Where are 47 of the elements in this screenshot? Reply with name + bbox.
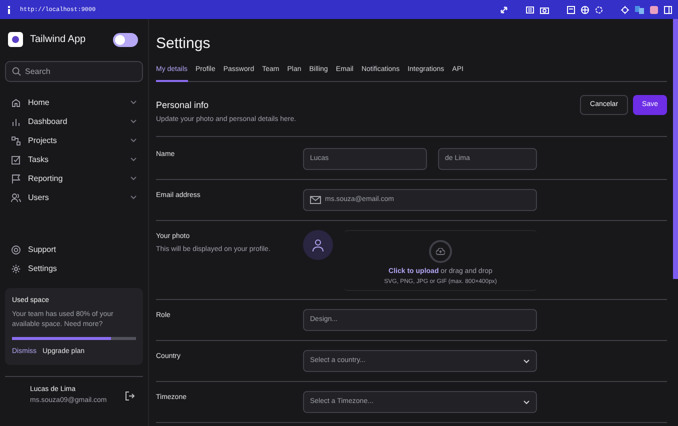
mail-icon (310, 196, 321, 204)
target-icon[interactable] (595, 6, 603, 14)
nav-item[interactable]: Settings (5, 259, 143, 278)
nav-item[interactable]: Dashboard (5, 112, 143, 131)
chevron-down-icon (130, 176, 137, 181)
page-title: Settings (156, 34, 212, 54)
flag-icon (11, 174, 21, 184)
app-logo (8, 32, 23, 47)
lifebuoy-icon (11, 244, 21, 254)
nodes-icon (11, 136, 21, 146)
nav-item[interactable]: Reporting (5, 169, 143, 188)
users-icon (11, 192, 21, 202)
nav-item[interactable]: Projects (5, 131, 143, 150)
chevron-down-icon (130, 119, 137, 124)
theme-toggle[interactable] (113, 32, 138, 46)
scrollbar-thumb[interactable] (673, 19, 678, 279)
search-field[interactable]: Search (5, 61, 143, 82)
search-icon (12, 67, 21, 76)
nav-item[interactable]: Users (5, 188, 143, 207)
chevron-down-icon (523, 358, 530, 364)
chevron-down-icon (130, 100, 137, 105)
chevron-down-icon (130, 195, 137, 200)
checkbox-icon (11, 154, 21, 164)
app-name: Tailwind App (30, 33, 86, 47)
logout-icon[interactable] (125, 390, 135, 400)
info-icon[interactable] (6, 6, 12, 14)
section-title: Personal info (156, 99, 210, 112)
crosshair-icon[interactable] (621, 6, 629, 14)
chevron-down-icon (130, 157, 137, 162)
chevron-down-icon (130, 138, 137, 143)
camera-icon[interactable] (540, 6, 549, 14)
house-icon (11, 98, 21, 108)
user-icon (312, 238, 324, 252)
reader-icon[interactable] (526, 6, 534, 14)
sidebar-icon[interactable] (664, 6, 672, 14)
window-icon[interactable] (567, 6, 575, 14)
upload-icon (429, 240, 452, 263)
settings-icon (11, 264, 21, 274)
nav-item[interactable]: Home (5, 93, 143, 112)
translate-icon[interactable] (635, 6, 644, 14)
nav-item[interactable]: Support (5, 240, 143, 259)
globe-icon[interactable] (581, 6, 589, 14)
link-icon[interactable] (500, 6, 508, 14)
bar-chart-icon (11, 116, 21, 126)
extension-icon[interactable] (650, 6, 658, 14)
nav-item[interactable]: Tasks (5, 150, 143, 169)
chevron-down-icon (523, 400, 530, 404)
